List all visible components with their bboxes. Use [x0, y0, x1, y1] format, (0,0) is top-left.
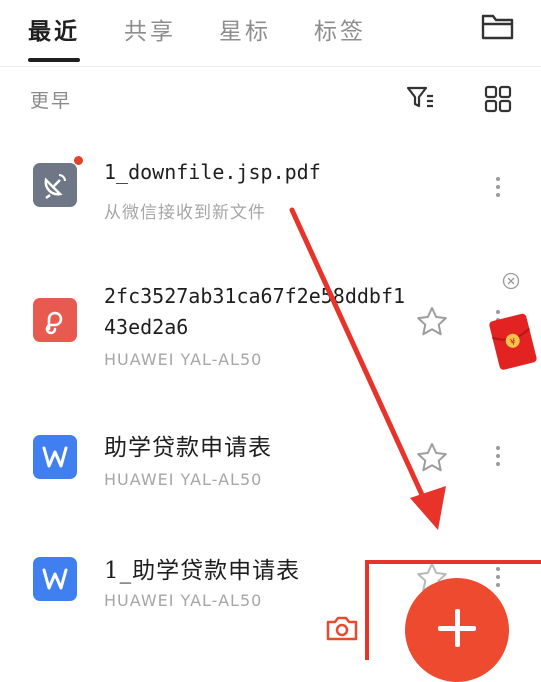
tab-shared[interactable]: 共享: [124, 12, 176, 46]
red-envelope-icon[interactable]: ¥: [486, 311, 538, 373]
camera-icon[interactable]: [325, 613, 359, 643]
top-tab-bar: 最近 共享 星标 标签: [0, 0, 541, 62]
file-name: 1_downfile.jsp.pdf: [104, 160, 321, 184]
grid-view-icon[interactable]: [484, 85, 512, 113]
more-options-icon[interactable]: [492, 446, 504, 472]
star-icon[interactable]: [416, 306, 448, 336]
tab-divider: [0, 66, 541, 67]
add-button[interactable]: [405, 578, 509, 682]
close-icon[interactable]: [502, 272, 520, 290]
filter-icon[interactable]: [405, 84, 435, 112]
unread-badge: [74, 156, 83, 165]
word-doc-icon: [33, 435, 77, 479]
file-name: 助学贷款申请表: [104, 435, 272, 461]
file-name: 2fc3527ab31ca67f2e58ddbf1 43ed2a6: [104, 284, 406, 339]
tab-recent[interactable]: 最近: [28, 12, 80, 46]
tab-tags[interactable]: 标签: [314, 12, 366, 46]
more-options-icon[interactable]: [492, 177, 504, 203]
star-icon[interactable]: [416, 442, 448, 472]
folder-icon[interactable]: [480, 9, 516, 43]
word-doc-icon: [33, 557, 77, 601]
file-source: HUAWEI YAL-AL50: [104, 350, 263, 369]
file-source: HUAWEI YAL-AL50: [104, 591, 263, 610]
satellite-dish-icon: [33, 163, 77, 207]
file-source: 从微信接收到新文件: [104, 203, 266, 223]
file-name: 1_助学贷款申请表: [104, 558, 301, 584]
active-tab-indicator: [28, 58, 80, 62]
tab-starred[interactable]: 星标: [219, 12, 271, 46]
pdf-link-icon: [33, 298, 77, 342]
section-label: 更早: [30, 90, 73, 112]
file-source: HUAWEI YAL-AL50: [104, 470, 263, 489]
